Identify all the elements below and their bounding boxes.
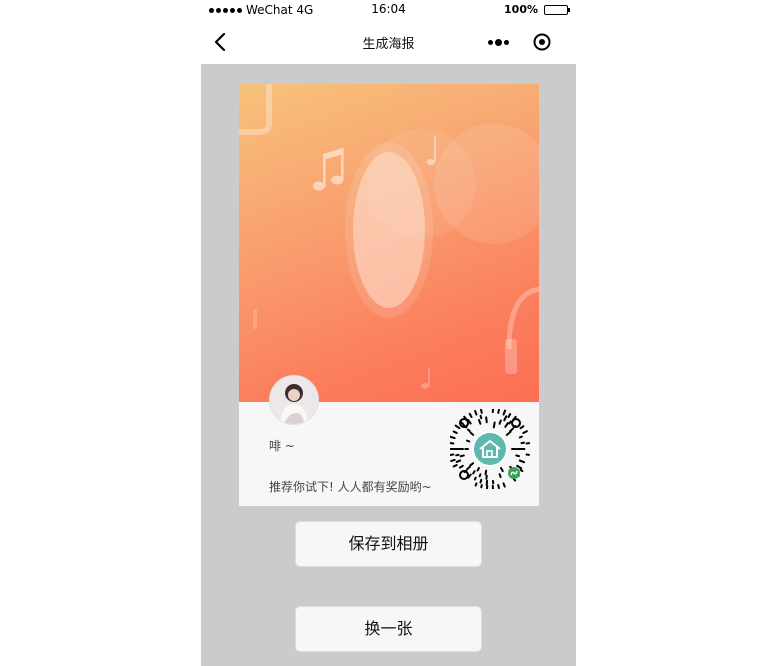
qr-code-segment (454, 424, 461, 430)
qr-code-segment (466, 439, 471, 443)
save-to-album-button[interactable]: 保存到相册 (295, 521, 482, 567)
avatar-photo-icon (270, 376, 318, 424)
qr-code-segment (466, 465, 471, 471)
qr-code-segment (469, 431, 475, 436)
qr-code-segment (516, 464, 523, 470)
qr-code-segment (468, 412, 473, 418)
qr-code-segment (498, 473, 502, 479)
page-title: 生成海报 (362, 37, 415, 52)
qr-code-segment (508, 420, 512, 425)
qr-code-segment (497, 484, 500, 489)
qr-code-segment (476, 467, 480, 472)
qr-code-segment (502, 409, 507, 416)
qr-code-segment (452, 430, 458, 434)
status-bar: WeChat 4G 16:04 100% (201, 0, 576, 20)
phone-screen: WeChat 4G 16:04 100% 生成海报 啡 ~ 推荐你试下! 人人都… (201, 0, 576, 666)
qr-code-segment (479, 478, 483, 484)
poster-tagline: 推荐你试下! 人人都有奖励哟~ (269, 480, 432, 494)
qr-code-segment (484, 469, 488, 476)
qr-code-segment (504, 422, 509, 428)
qr-code-segment (467, 428, 471, 433)
qr-code-segment (450, 435, 456, 440)
qr-code-segment (473, 476, 477, 481)
poster-decoration (239, 84, 539, 389)
battery-icon (544, 4, 570, 15)
qr-code-segment (518, 459, 526, 464)
qr-code-segment (452, 464, 458, 468)
qr-code-segment (478, 473, 482, 478)
qr-code-segment (450, 453, 455, 457)
qr-code-segment (519, 425, 525, 430)
more-dots-icon[interactable] (488, 34, 514, 50)
qr-code-segment (505, 430, 512, 436)
qr-code-segment (477, 418, 482, 425)
qr-code-segment (522, 430, 528, 434)
user-nickname: 啡 ~ (269, 439, 295, 453)
qr-code-segment (450, 441, 455, 445)
qr-code-segment (459, 454, 465, 458)
poster-card: 啡 ~ 推荐你试下! 人人都有奖励哟~ (239, 84, 539, 506)
nav-bar: 生成海报 (201, 20, 576, 64)
qr-code-segment (474, 409, 478, 416)
status-bar-right: 100% (504, 3, 570, 16)
qr-code-segment (455, 459, 462, 463)
qr-code-segment (518, 435, 523, 439)
qr-code-segment (479, 414, 483, 420)
qr-code-segment (500, 467, 504, 473)
qr-code-segment (503, 415, 508, 422)
avatar (269, 375, 319, 425)
close-target-icon[interactable] (532, 32, 552, 52)
qr-code-segment (509, 427, 514, 433)
qr-code-segment (474, 482, 478, 487)
qr-code-segment (519, 468, 524, 473)
qr-code-segment (498, 419, 502, 425)
qr-code-segment (502, 482, 506, 488)
qr-code-segment (472, 470, 476, 475)
qr-code-segment (469, 462, 475, 467)
mini-program-code (450, 409, 530, 489)
qr-code-segment (458, 464, 464, 469)
qr-code-segment (480, 409, 483, 414)
qr-code-segment (507, 413, 512, 418)
qr-code-segment (492, 421, 496, 429)
qr-code-segment (497, 409, 500, 414)
qr-code-segment (515, 454, 520, 458)
house-icon (474, 433, 506, 465)
battery-percent: 100% (504, 3, 538, 16)
qr-code-segment (485, 416, 488, 424)
qr-code-segment (450, 458, 456, 462)
poster-background (239, 84, 539, 402)
change-poster-button[interactable]: 换一张 (295, 606, 482, 652)
